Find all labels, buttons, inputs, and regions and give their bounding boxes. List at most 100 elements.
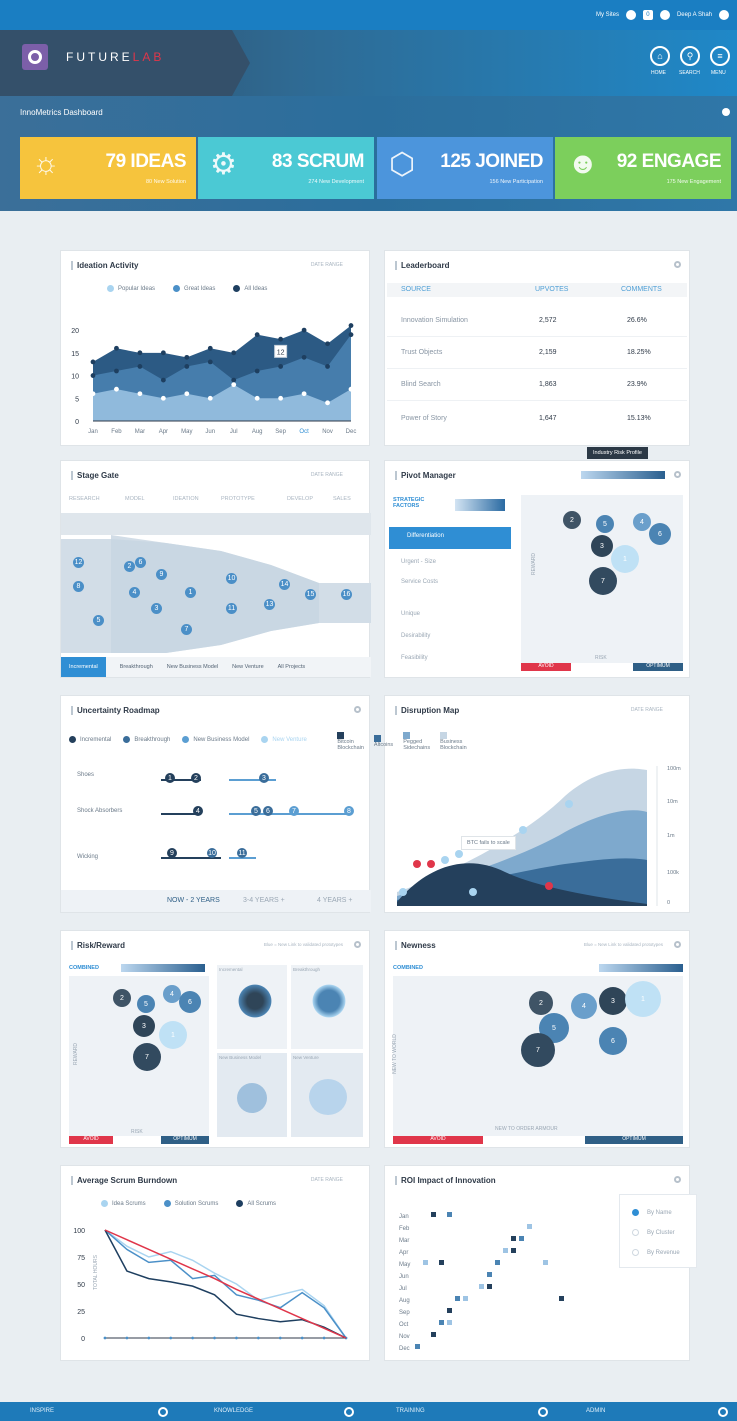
bubble[interactable]: 1 [625, 981, 661, 1017]
bubble[interactable]: 2 [113, 989, 131, 1007]
bubble[interactable]: 7 [133, 1043, 161, 1071]
knowledge-icon[interactable] [344, 1407, 354, 1417]
project-bubble[interactable]: 12 [73, 557, 84, 568]
milestone[interactable]: 10 [207, 848, 217, 858]
user-menu-icon[interactable] [719, 10, 729, 20]
column-upvotes[interactable]: UPVOTES [535, 286, 568, 293]
logo-icon[interactable] [22, 44, 48, 70]
column-source[interactable]: SOURCE [401, 286, 431, 293]
project-bubble[interactable]: 5 [93, 615, 104, 626]
bubble[interactable]: 5 [596, 515, 614, 533]
factor-row[interactable]: Feasibility [401, 655, 428, 661]
project-bubble[interactable]: 13 [264, 599, 275, 610]
project-bubble[interactable]: 16 [341, 589, 352, 600]
milestone[interactable]: 4 [193, 806, 203, 816]
menu-icon[interactable]: ≡ [710, 46, 730, 66]
search-icon[interactable]: ⚲ [680, 46, 700, 66]
milestone[interactable]: 8 [344, 806, 354, 816]
project-bubble[interactable]: 10 [226, 573, 237, 584]
notification-badge[interactable]: 0 [642, 10, 653, 20]
project-bubble[interactable]: 4 [129, 587, 140, 598]
bubble[interactable]: 3 [133, 1015, 155, 1037]
gear-icon[interactable] [674, 471, 681, 478]
tab-new-business-model[interactable]: New Business Model [167, 664, 218, 670]
risk-scale[interactable] [121, 964, 205, 972]
project-bubble[interactable]: 1 [185, 587, 196, 598]
milestone[interactable]: 6 [263, 806, 273, 816]
bubble[interactable]: 6 [179, 991, 201, 1013]
bubble[interactable]: 4 [633, 513, 651, 531]
mini-plot-new-venture[interactable]: New Venture [291, 1053, 363, 1137]
gear-icon[interactable] [674, 261, 681, 268]
project-bubble[interactable]: 7 [181, 624, 192, 635]
milestone[interactable]: 5 [251, 806, 261, 816]
factor-row-active[interactable]: Differentiation [389, 527, 511, 549]
avatar[interactable] [659, 10, 670, 20]
bubble[interactable]: 1 [611, 545, 639, 573]
factor-row[interactable]: Service Costs [401, 579, 438, 585]
home-icon[interactable]: ⌂ [650, 46, 670, 66]
bubble[interactable]: 2 [529, 991, 553, 1015]
period-tab[interactable]: NOW - 2 YEARS [167, 897, 220, 904]
bubble[interactable]: 3 [591, 535, 613, 557]
gear-icon[interactable] [674, 1176, 681, 1183]
factor-row[interactable]: Urgent - Size [401, 559, 436, 565]
table-row[interactable]: Blind Search 1,863 23.9% [387, 369, 687, 401]
bubble[interactable]: 3 [599, 987, 627, 1015]
project-bubble[interactable]: 9 [156, 569, 167, 580]
tab-incremental[interactable]: Incremental [61, 657, 106, 677]
bubble[interactable]: 6 [649, 523, 671, 545]
search-label[interactable]: SEARCH [679, 70, 700, 76]
milestone[interactable]: 7 [289, 806, 299, 816]
table-row[interactable]: Trust Objects 2,159 18.25% [387, 337, 687, 369]
project-bubble[interactable]: 14 [279, 579, 290, 590]
nav-admin[interactable]: ADMIN [586, 1408, 605, 1414]
tile-ideas[interactable]: ☼ 79 IDEAS 80 New Solution [20, 137, 196, 199]
table-row[interactable]: Power of Story 1,647 15.13% [387, 403, 687, 435]
milestone[interactable]: 2 [191, 773, 201, 783]
gear-icon[interactable] [674, 941, 681, 948]
option-by-cluster[interactable]: By Cluster [632, 1229, 675, 1236]
date-range-button[interactable]: DATE RANGE [311, 1177, 343, 1183]
factor-row[interactable]: Unique [401, 611, 420, 617]
option-by-revenue[interactable]: By Revenue [632, 1249, 680, 1256]
gear-icon[interactable] [354, 706, 361, 713]
project-bubble[interactable]: 3 [151, 603, 162, 614]
milestone[interactable]: 1 [165, 773, 175, 783]
home-label[interactable]: HOME [651, 70, 666, 76]
user-name[interactable]: Deep A Shah [677, 12, 712, 18]
tile-engage[interactable]: ☻ 92 ENGAGE 175 New Engagement [555, 137, 731, 199]
risk-profile-scale[interactable] [581, 471, 665, 479]
bubble[interactable]: 2 [563, 511, 581, 529]
nav-training[interactable]: TRAINING [396, 1408, 425, 1414]
column-comments[interactable]: COMMENTS [621, 286, 662, 293]
project-bubble[interactable]: 2 [124, 561, 135, 572]
tab-all-projects[interactable]: All Projects [278, 664, 306, 670]
bubble[interactable]: 5 [137, 995, 155, 1013]
project-bubble[interactable]: 11 [226, 603, 237, 614]
milestone[interactable]: 3 [259, 773, 269, 783]
tile-scrum[interactable]: ⚙ 83 SCRUM 274 New Development [198, 137, 374, 199]
date-range-button[interactable]: DATE RANGE [311, 472, 343, 478]
date-range-button[interactable]: DATE RANGE [631, 707, 663, 713]
factor-row[interactable]: Desirability [401, 633, 430, 639]
bubble[interactable]: 6 [599, 1027, 627, 1055]
my-sites-link[interactable]: My Sites [596, 12, 619, 18]
training-icon[interactable] [538, 1407, 548, 1417]
gear-icon[interactable] [354, 941, 361, 948]
nav-inspire[interactable]: INSPIRE [30, 1408, 54, 1414]
project-bubble[interactable]: 15 [305, 589, 316, 600]
mini-plot-incremental[interactable]: Incremental [217, 965, 287, 1049]
date-range-button[interactable]: DATE RANGE [311, 262, 343, 268]
project-bubble[interactable]: 8 [73, 581, 84, 592]
tab-new-venture[interactable]: New Venture [232, 664, 264, 670]
project-bubble[interactable]: 6 [135, 557, 146, 568]
tab-breakthrough[interactable]: Breakthrough [120, 664, 153, 670]
tile-joined[interactable]: ⬡ 125 JOINED 156 New Participation [377, 137, 553, 199]
mini-plot-breakthrough[interactable]: Breakthrough [291, 965, 363, 1049]
bubble[interactable]: 4 [571, 993, 597, 1019]
inspire-icon[interactable] [158, 1407, 168, 1417]
option-by-name[interactable]: By Name [632, 1209, 672, 1216]
bubble[interactable]: 1 [159, 1021, 187, 1049]
period-tab[interactable]: 4 YEARS + [317, 897, 352, 904]
